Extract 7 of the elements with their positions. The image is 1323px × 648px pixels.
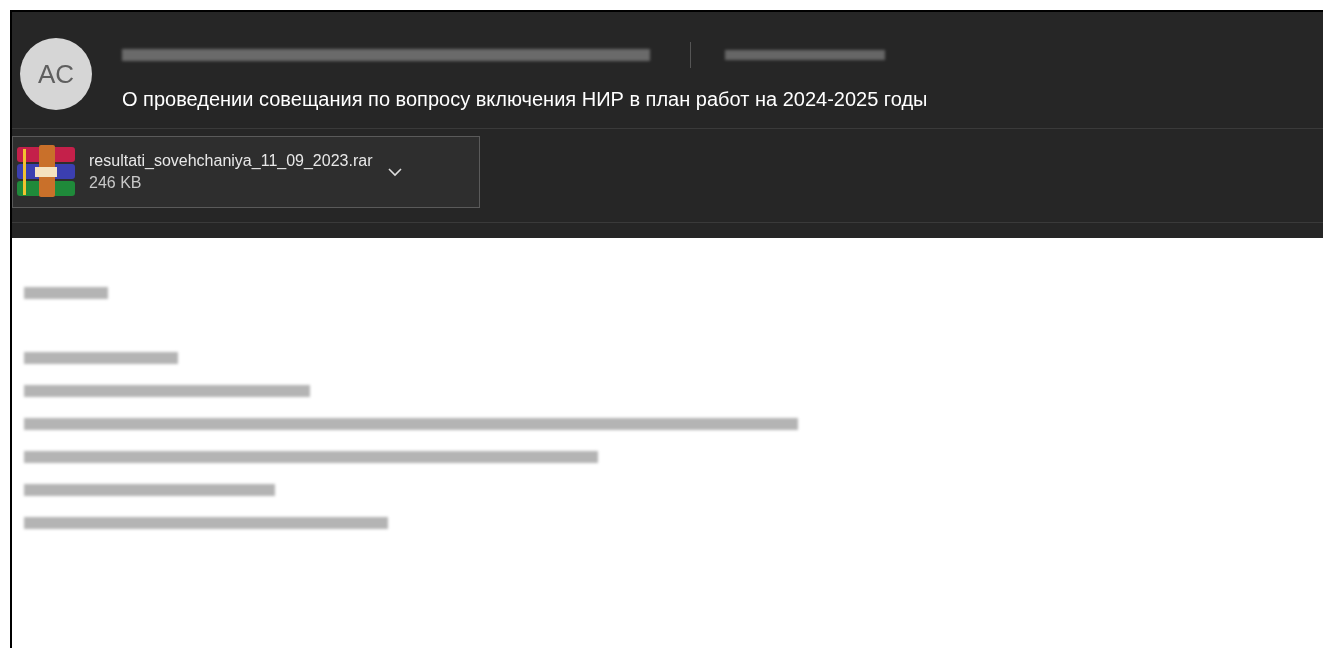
attachment-size: 246 KB xyxy=(89,173,143,193)
attachment-filename: resultati_sovehchaniya_11_09_2023.rar xyxy=(89,151,373,171)
email-subject: О проведении совещания по вопросу включения НИР в план работ на 2024-2025 годы xyxy=(122,87,928,112)
chevron-down-icon[interactable] xyxy=(388,167,403,177)
attachment-card[interactable]: resultati_sovehchaniya_11_09_2023.rar 246 KB xyxy=(12,136,480,208)
avatar-initials: AC xyxy=(37,57,75,91)
archive-icon xyxy=(17,145,75,199)
